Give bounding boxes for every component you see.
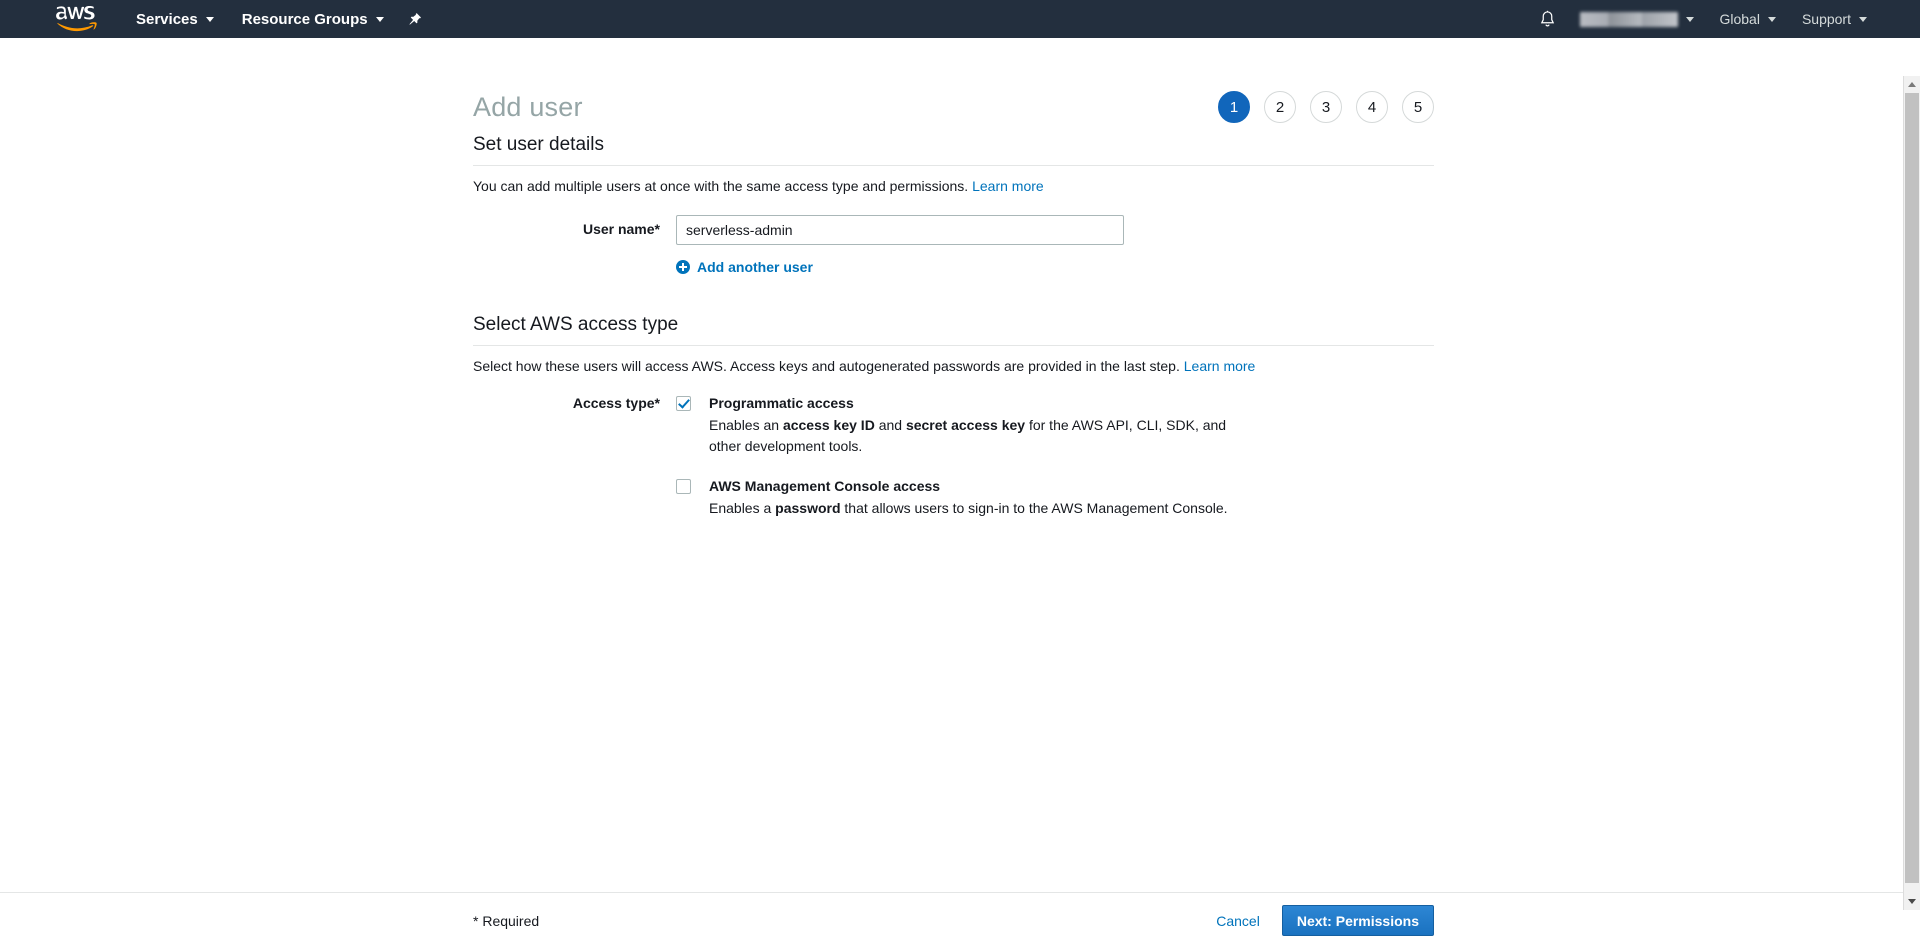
wizard-actions: Cancel Next: Permissions	[1216, 905, 1434, 936]
console-access-checkbox[interactable]	[676, 479, 691, 494]
access-type-description-text: Select how these users will access AWS. …	[473, 358, 1180, 374]
page-scrollbar[interactable]	[1903, 76, 1920, 910]
set-user-details-section: Set user details You can add multiple us…	[0, 134, 1920, 279]
option-console-access: AWS Management Console access Enables a …	[676, 477, 1434, 519]
wizard-step-4[interactable]: 4	[1356, 91, 1388, 123]
access-type-options: Programmatic access Enables an access ke…	[676, 394, 1434, 519]
chevron-down-icon	[1859, 16, 1867, 22]
page-title: Add user	[473, 91, 583, 122]
nav-services-menu[interactable]: Services	[122, 0, 228, 38]
username-label: User name*	[582, 221, 660, 237]
chevron-down-icon	[375, 16, 384, 22]
user-details-learn-more-link[interactable]: Learn more	[972, 178, 1044, 194]
wizard-step-1[interactable]: 1	[1218, 91, 1250, 123]
access-type-label: Access type*	[572, 395, 660, 411]
chevron-down-icon	[205, 16, 214, 22]
scroll-down-arrow-icon[interactable]	[1904, 893, 1920, 910]
cancel-button[interactable]: Cancel	[1216, 913, 1260, 929]
console-access-title[interactable]: AWS Management Console access	[709, 477, 1228, 496]
access-type-options-block: Access type* Programmatic access Enables…	[473, 374, 1434, 519]
top-navigation-bar: Services Resource Groups Global Support	[0, 0, 1920, 38]
page-body: Add user 1 2 3 4 5 Set user details You …	[0, 38, 1920, 948]
chevron-down-icon	[1767, 16, 1776, 22]
wizard-step-indicator: 1 2 3 4 5	[1218, 91, 1920, 123]
wizard-action-bar: * Required Cancel Next: Permissions	[0, 892, 1920, 948]
aws-logo[interactable]	[55, 6, 97, 32]
username-form-row: User name* Add another user	[473, 194, 1434, 279]
programmatic-access-checkbox[interactable]	[676, 396, 691, 411]
nav-resource-groups-menu[interactable]: Resource Groups	[228, 0, 398, 38]
programmatic-access-body: Programmatic access Enables an access ke…	[709, 394, 1249, 457]
account-name-redacted	[1580, 11, 1679, 27]
username-input[interactable]	[676, 215, 1124, 245]
username-field-wrapper: Add another user	[676, 215, 1434, 279]
plus-circle-icon	[676, 260, 690, 274]
pushpin-icon[interactable]	[398, 0, 432, 38]
add-another-user-button[interactable]: Add another user	[676, 259, 813, 275]
option-programmatic-access: Programmatic access Enables an access ke…	[676, 394, 1434, 457]
nav-resource-groups-label: Resource Groups	[241, 10, 368, 28]
wizard-step-3[interactable]: 3	[1310, 91, 1342, 123]
nav-services-label: Services	[136, 10, 198, 28]
set-user-details-heading: Set user details	[473, 134, 604, 155]
bell-icon[interactable]	[1526, 0, 1568, 38]
programmatic-access-title[interactable]: Programmatic access	[709, 394, 1249, 413]
scrollbar-thumb[interactable]	[1905, 93, 1919, 883]
access-type-section: Select AWS access type Select how these …	[0, 279, 1920, 519]
console-access-description: Enables a password that allows users to …	[709, 500, 1228, 516]
access-type-description: Select how these users will access AWS. …	[473, 346, 1434, 374]
access-type-heading: Select AWS access type	[473, 314, 679, 335]
next-permissions-button[interactable]: Next: Permissions	[1281, 905, 1434, 936]
scroll-up-arrow-icon[interactable]	[1904, 76, 1920, 93]
wizard-step-2[interactable]: 2	[1264, 91, 1296, 123]
access-type-row: Access type* Programmatic access Enables…	[473, 394, 1434, 519]
add-another-user-label: Add another user	[697, 259, 813, 275]
nav-region-label: Global	[1719, 11, 1760, 27]
page-header: Add user 1 2 3 4 5	[0, 38, 1920, 134]
required-note: * Required	[473, 912, 540, 929]
nav-support-label: Support	[1801, 11, 1851, 27]
nav-region-menu[interactable]: Global	[1706, 0, 1788, 38]
set-user-details-description: You can add multiple users at once with …	[473, 166, 1434, 194]
access-type-learn-more-link[interactable]: Learn more	[1184, 358, 1256, 374]
set-user-details-description-text: You can add multiple users at once with …	[473, 178, 969, 194]
console-access-body: AWS Management Console access Enables a …	[709, 477, 1228, 519]
nav-support-menu[interactable]: Support	[1789, 0, 1880, 38]
chevron-down-icon	[1686, 16, 1695, 22]
programmatic-access-description: Enables an access key ID and secret acce…	[709, 417, 1227, 454]
wizard-step-5[interactable]: 5	[1402, 91, 1434, 123]
nav-account-menu[interactable]	[1568, 0, 1706, 38]
